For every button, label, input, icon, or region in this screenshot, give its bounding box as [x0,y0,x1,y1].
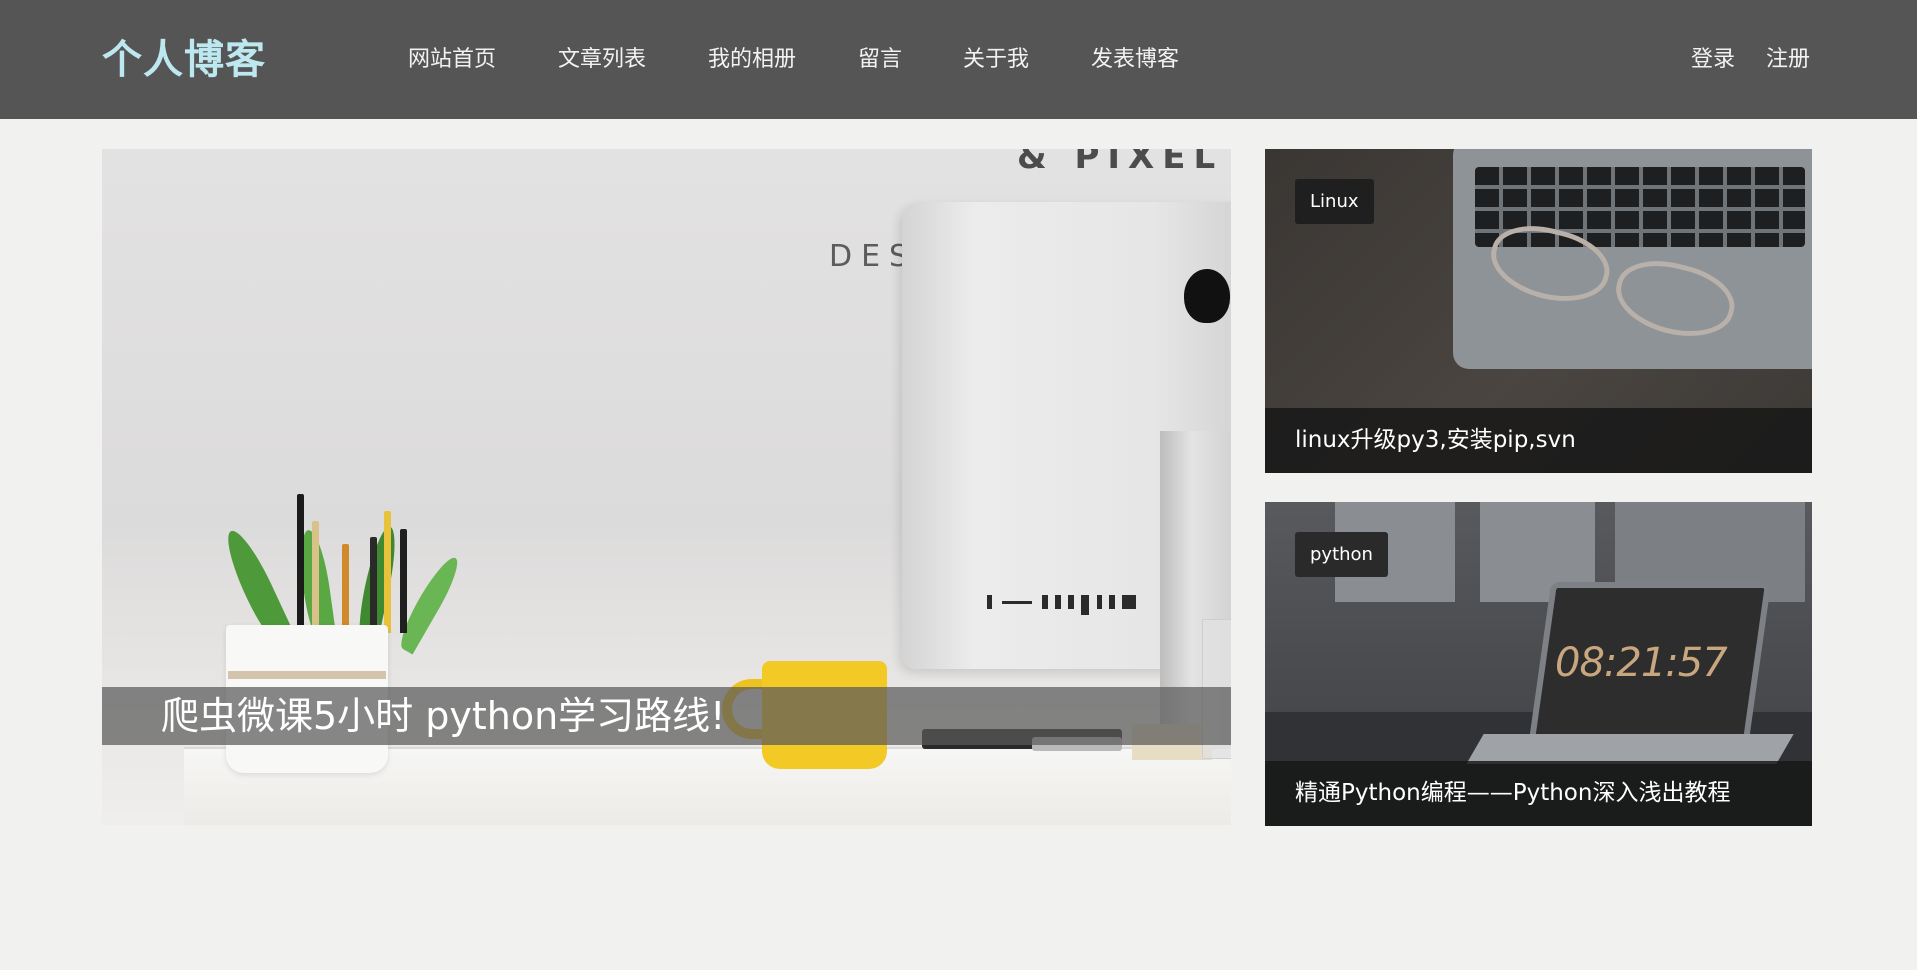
pencil-shape [342,544,349,634]
apple-logo-icon [1184,269,1230,323]
monitor-ports-shape [987,595,1147,615]
pencil-shape [384,511,391,633]
nav-item-post-blog[interactable]: 发表博客 [1091,40,1179,80]
category-tag-linux[interactable]: Linux [1295,179,1374,224]
site-logo[interactable]: 个人博客 [102,33,266,87]
login-link[interactable]: 登录 [1691,40,1735,80]
featured-article-title[interactable]: 爬虫微课5小时 python学习路线! [161,687,725,745]
article-card-title[interactable]: linux升级py3,安装pip,svn [1295,408,1576,473]
laptop-clock-text: 08:21:57 [1555,640,1728,686]
wall-text-top: & PIXEL [1017,149,1224,177]
featured-article-caption: 爬虫微课5小时 python学习路线! [102,687,1231,745]
pencil-shape [312,521,319,633]
pencil-shape [297,494,304,634]
pencil-shape [400,529,407,633]
article-card-caption: 精通Python编程——Python深入浅出教程 [1265,761,1812,826]
article-card-python[interactable]: 08:21:57 python 精通Python编程——Python深入浅出教程 [1265,502,1812,826]
site-header: 个人博客 网站首页 文章列表 我的相册 留言 关于我 发表博客 登录 注册 [0,0,1917,119]
nav-item-album[interactable]: 我的相册 [708,40,796,80]
nav-item-articles[interactable]: 文章列表 [558,40,646,80]
nav-item-messages[interactable]: 留言 [858,40,902,80]
laptop-base-shape [1466,734,1794,764]
article-card-title[interactable]: 精通Python编程——Python深入浅出教程 [1295,761,1730,826]
article-card-linux[interactable]: Linux linux升级py3,安装pip,svn [1265,149,1812,473]
category-tag-python[interactable]: python [1295,532,1388,577]
featured-article[interactable]: & PIXEL DES 爬虫微课5小时 python学习路线! [102,149,1231,825]
register-link[interactable]: 注册 [1766,40,1810,80]
article-card-caption: linux升级py3,安装pip,svn [1265,408,1812,473]
nav-item-home[interactable]: 网站首页 [408,40,496,80]
nav-item-about[interactable]: 关于我 [963,40,1029,80]
pot-twine-shape [228,671,386,679]
pencil-shape [370,537,377,633]
